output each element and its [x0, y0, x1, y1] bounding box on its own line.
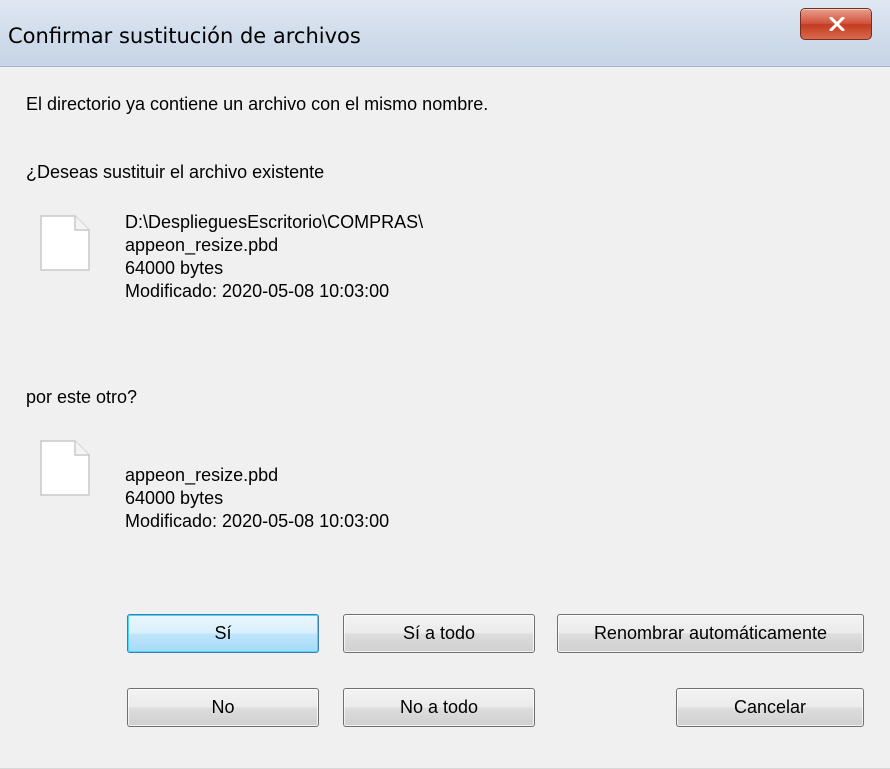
close-icon — [829, 17, 845, 31]
new-file-name: appeon_resize.pbd — [125, 465, 279, 485]
no-to-all-button[interactable]: No a todo — [343, 688, 535, 727]
new-file-icon — [40, 440, 90, 496]
existing-file-modified: Modificado: 2020-05-08 10:03:00 — [125, 281, 390, 301]
existing-file-path: D:\DesplieguesEscritorio\COMPRAS\ — [125, 212, 424, 232]
existing-file-name: appeon_resize.pbd — [125, 235, 279, 255]
existing-file-icon — [40, 215, 90, 271]
message-line: El directorio ya contiene un archivo con… — [26, 94, 489, 114]
new-file-modified: Modificado: 2020-05-08 10:03:00 — [125, 511, 390, 531]
auto-rename-button[interactable]: Renombrar automáticamente — [557, 614, 864, 653]
close-button[interactable] — [800, 8, 872, 40]
replace-question: ¿Deseas sustituir el archivo existente — [26, 162, 325, 182]
existing-file-size: 64000 bytes — [125, 258, 224, 278]
yes-to-all-button[interactable]: Sí a todo — [343, 614, 535, 653]
cancel-button[interactable]: Cancelar — [676, 688, 864, 727]
replace-with-label: por este otro? — [26, 387, 138, 407]
window-title: Confirmar sustitución de archivos — [8, 24, 361, 48]
new-file-size: 64000 bytes — [125, 488, 224, 508]
dialog-body: El directorio ya contiene un archivo con… — [0, 67, 890, 769]
no-button[interactable]: No — [127, 688, 319, 727]
title-bar: Confirmar sustitución de archivos — [0, 0, 890, 67]
yes-button[interactable]: Sí — [127, 614, 319, 653]
